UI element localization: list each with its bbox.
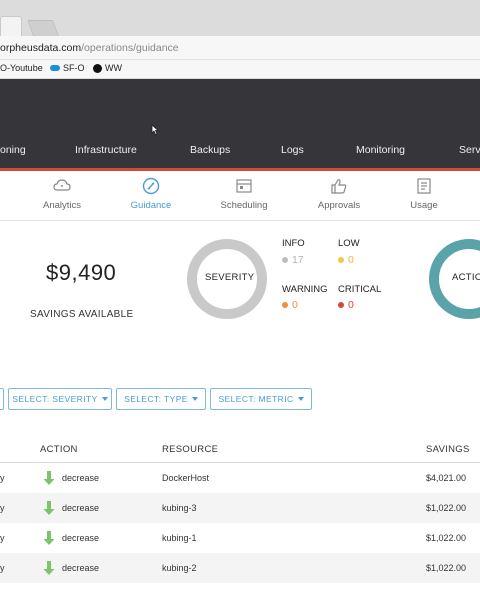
subnav-item-scheduling[interactable]: Scheduling	[204, 176, 284, 211]
low-dot-icon	[338, 257, 344, 263]
main-nav: oning Infrastructure Backups Logs Monito…	[0, 130, 480, 168]
caret-down-icon	[191, 397, 198, 401]
severity-info-label: INFO	[282, 238, 305, 249]
severity-donut-label: SEVERITY	[205, 272, 255, 283]
info-dot-icon	[282, 257, 288, 263]
severity-low-value: 0	[338, 254, 354, 266]
low-count: 0	[348, 254, 354, 266]
subnav-item-approvals[interactable]: Approvals	[299, 176, 379, 211]
severity-warning-label: WARNING	[282, 284, 328, 295]
filter-severity-label: SELECT: SEVERITY	[12, 394, 98, 404]
severity-info-value: 17	[282, 254, 304, 266]
browser-tab-strip	[0, 0, 480, 36]
bookmark-ww[interactable]: WW	[93, 63, 122, 73]
cell-action: decrease	[62, 563, 100, 573]
severity-critical-label: CRITICAL	[338, 284, 382, 295]
url-path: /operations/guidance	[81, 42, 179, 54]
bookmark-youtube[interactable]: O-Youtube	[0, 63, 43, 73]
cell-action: decrease	[62, 473, 100, 483]
subnav-label: Guidance	[130, 200, 172, 211]
bookmark-sf[interactable]: SF-O	[50, 63, 85, 73]
cell-resource[interactable]: DockerHost	[162, 473, 209, 483]
cell-savings: $1,022.00	[426, 563, 467, 573]
arrow-down-icon	[43, 531, 55, 545]
caret-down-icon	[101, 397, 108, 401]
filter-type-label: SELECT: TYPE	[124, 394, 188, 404]
table-row[interactable]: y decrease kubing-1 $1,022.00	[0, 523, 480, 553]
usage-icon	[417, 178, 431, 194]
url-domain: orpheusdata.com	[0, 42, 82, 54]
severity-critical-value: 0	[338, 299, 354, 311]
table-row[interactable]: y decrease kubing-2 $1,022.00	[0, 553, 480, 583]
info-count: 17	[292, 254, 304, 266]
filter-type-dropdown[interactable]: SELECT: TYPE	[116, 388, 206, 410]
column-header-savings[interactable]: SAVINGS	[426, 444, 470, 455]
browser-tab-active[interactable]	[0, 16, 22, 36]
cell-lead: y	[0, 533, 5, 543]
cell-resource[interactable]: kubing-3	[162, 503, 197, 513]
nav-item-infrastructure[interactable]: Infrastructure	[75, 144, 137, 156]
cell-savings: $1,022.00	[426, 533, 467, 543]
caret-down-icon	[297, 397, 304, 401]
column-header-action[interactable]: ACTION	[40, 444, 78, 455]
arrow-down-icon	[43, 561, 55, 575]
url-text[interactable]: orpheusdata.com/operations/guidance	[0, 42, 179, 54]
filter-severity-dropdown[interactable]: SELECT: SEVERITY	[8, 388, 112, 410]
column-header-resource[interactable]: RESOURCE	[162, 444, 218, 455]
warning-dot-icon	[282, 302, 288, 308]
cell-action: decrease	[62, 503, 100, 513]
cell-savings: $4,021.00	[426, 473, 467, 483]
severity-warning-value: 0	[282, 299, 298, 311]
arrow-down-icon	[43, 501, 55, 515]
savings-label: SAVINGS AVAILABLE	[30, 309, 134, 320]
cell-resource[interactable]: kubing-2	[162, 563, 197, 573]
thumbs-up-icon	[331, 179, 347, 194]
cell-lead: y	[0, 473, 5, 483]
table-row[interactable]: y decrease kubing-3 $1,022.00	[0, 493, 480, 523]
subnav-item-guidance[interactable]: Guidance	[111, 176, 191, 211]
warning-count: 0	[292, 299, 298, 311]
subnav-label: Scheduling	[220, 200, 268, 211]
cell-action: decrease	[62, 533, 100, 543]
cell-resource[interactable]: kubing-1	[162, 533, 197, 543]
ww-logo-icon	[93, 63, 102, 73]
subnav-label: Usage	[410, 200, 438, 211]
subnav-label: Analytics	[42, 200, 81, 211]
subnav-label: Approvals	[317, 200, 361, 211]
subnav-item-analytics[interactable]: Analytics	[22, 176, 102, 211]
cell-savings: $1,022.00	[426, 503, 467, 513]
nav-item-backups[interactable]: Backups	[190, 144, 230, 156]
cell-lead: y	[0, 563, 5, 573]
cloud-icon	[50, 65, 60, 71]
nav-item-provisioning[interactable]: oning	[0, 144, 26, 156]
analytics-icon	[53, 179, 71, 191]
guidance-icon	[142, 177, 160, 195]
arrow-down-icon	[43, 471, 55, 485]
nav-item-services[interactable]: Serv	[459, 144, 480, 156]
filter-dropdown-partial[interactable]	[0, 388, 4, 410]
savings-amount: $9,490	[46, 260, 117, 285]
action-donut-label: ACTIO	[452, 272, 480, 283]
filter-metric-dropdown[interactable]: SELECT: METRIC	[210, 388, 312, 410]
sub-nav: Analytics Guidance Scheduling Approvals …	[0, 171, 480, 221]
cell-lead: y	[0, 503, 5, 513]
bookmark-label: O-Youtube	[0, 63, 43, 73]
subnav-item-usage[interactable]: Usage	[384, 176, 464, 211]
bookmark-label: SF-O	[63, 63, 85, 73]
nav-item-logs[interactable]: Logs	[281, 144, 304, 156]
address-bar[interactable]: orpheusdata.com/operations/guidance	[0, 36, 480, 60]
browser-new-tab-button[interactable]	[27, 20, 59, 36]
scheduling-icon	[236, 179, 252, 193]
bookmark-label: WW	[105, 63, 122, 73]
bookmarks-bar: O-Youtube SF-O WW	[0, 60, 480, 79]
nav-item-monitoring[interactable]: Monitoring	[356, 144, 405, 156]
table-row[interactable]: y decrease DockerHost $4,021.00	[0, 463, 480, 493]
severity-low-label: LOW	[338, 238, 360, 249]
critical-count: 0	[348, 299, 354, 311]
filter-metric-label: SELECT: METRIC	[218, 394, 294, 404]
critical-dot-icon	[338, 302, 344, 308]
